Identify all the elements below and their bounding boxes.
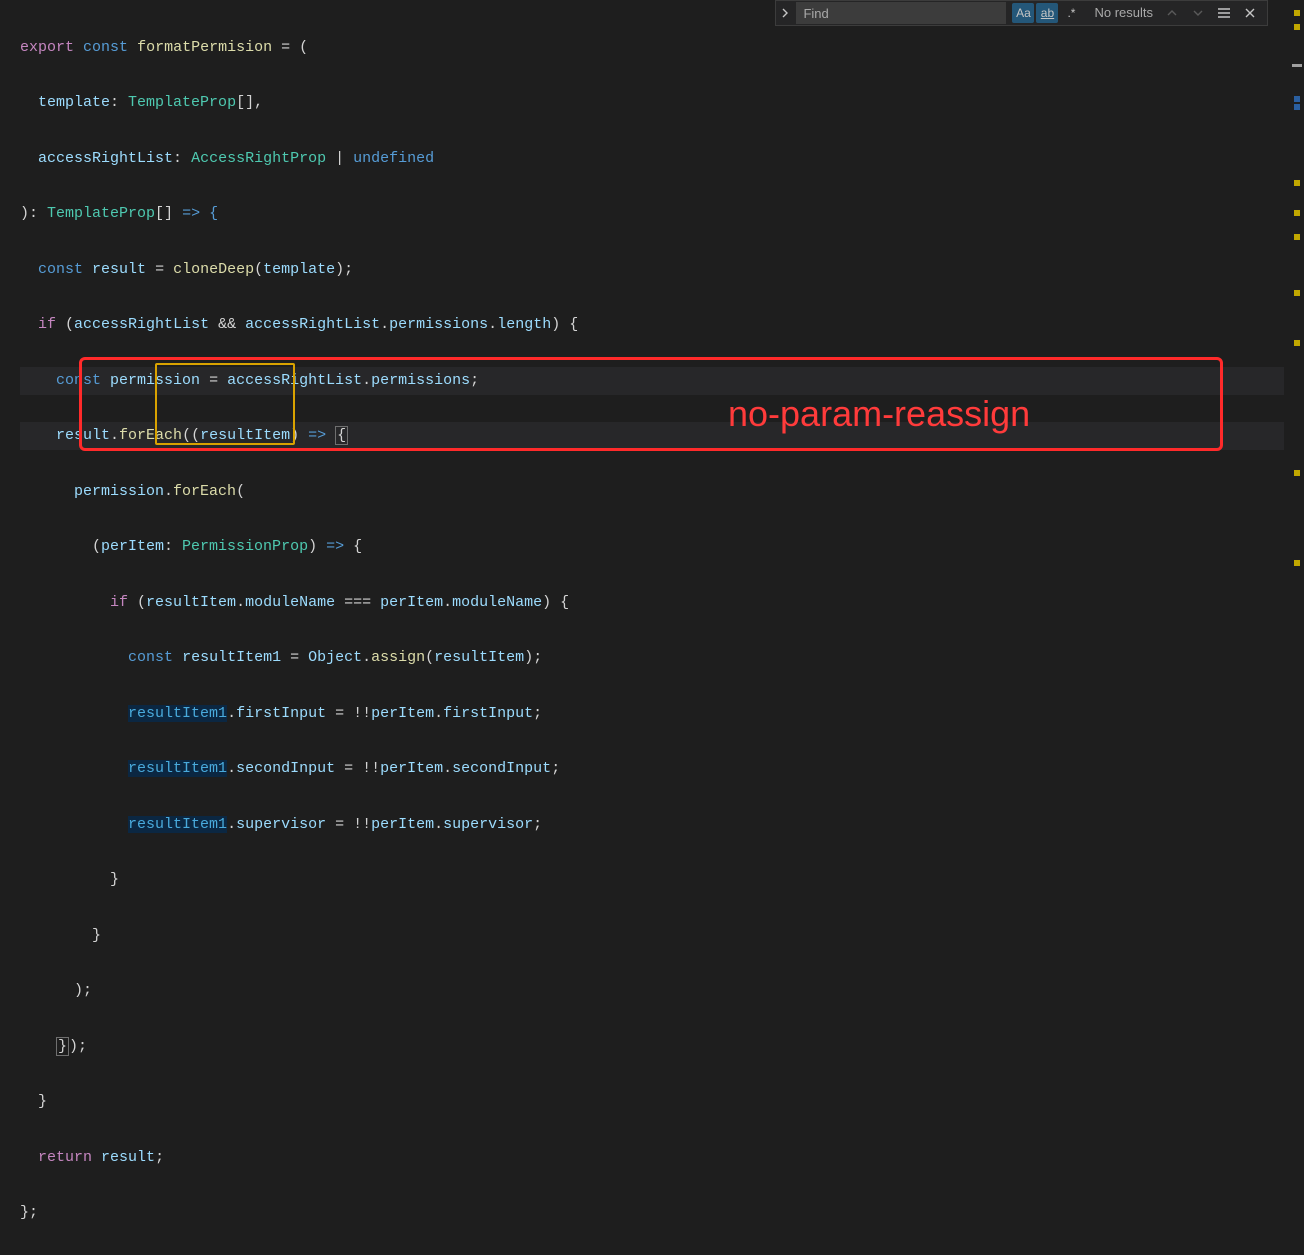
regex-toggle[interactable]: .*: [1060, 3, 1082, 23]
find-results-text: No results: [1086, 1, 1161, 25]
find-input[interactable]: [796, 2, 1006, 24]
match-case-toggle[interactable]: Aa: [1012, 3, 1034, 23]
find-in-selection-icon[interactable]: [1213, 3, 1235, 23]
match-whole-word-toggle[interactable]: ab: [1036, 3, 1058, 23]
find-close-icon[interactable]: [1239, 3, 1261, 23]
find-bar: Aa ab .* No results: [775, 0, 1268, 26]
overview-ruler[interactable]: [1288, 0, 1304, 648]
find-prev-icon[interactable]: [1161, 3, 1183, 23]
find-next-icon[interactable]: [1187, 3, 1209, 23]
code-editor[interactable]: export const formatPermision = ( templat…: [0, 0, 1304, 1255]
find-toggle-replace-icon[interactable]: [776, 1, 794, 25]
